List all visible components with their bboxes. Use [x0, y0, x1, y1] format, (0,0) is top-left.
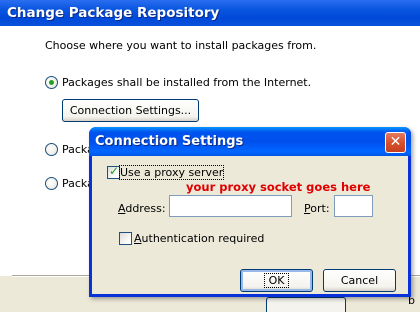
auth-required-label[interactable]: Authentication required — [134, 232, 264, 245]
radio-internet[interactable] — [45, 76, 58, 89]
port-input[interactable] — [334, 195, 373, 217]
parent-title-bar[interactable]: Change Package Repository — [0, 0, 420, 26]
use-proxy-checkbox[interactable]: ✓ — [107, 164, 120, 179]
address-input[interactable] — [169, 195, 292, 217]
proxy-annotation: your proxy socket goes here — [186, 180, 371, 194]
use-proxy-label[interactable]: Use a proxy server — [118, 165, 225, 180]
cancel-label: Cancel — [340, 274, 379, 287]
parent-window-title: Change Package Repository — [7, 5, 220, 21]
parent-hidden-button[interactable] — [266, 297, 346, 312]
install-source-prompt: Choose where you want to install package… — [45, 39, 317, 52]
dialog-title: Connection Settings — [95, 134, 244, 149]
port-label: Port: — [304, 202, 330, 215]
close-icon: ✕ — [389, 134, 402, 150]
radio-internet-label[interactable]: Packages shall be installed from the Int… — [62, 76, 311, 89]
connection-settings-button[interactable]: Connection Settings... — [62, 99, 199, 122]
ok-label: OK — [263, 273, 290, 288]
ok-button[interactable]: OK — [240, 269, 313, 292]
connection-settings-label: Connection Settings... — [69, 104, 192, 117]
auth-required-checkbox[interactable] — [119, 232, 132, 245]
dialog-client-area: ✓ Use a proxy server your proxy socket g… — [92, 156, 408, 294]
checkmark-icon: ✓ — [109, 164, 120, 178]
address-label: Address: — [118, 202, 166, 215]
radio-option-3[interactable] — [45, 177, 58, 190]
cancel-button[interactable]: Cancel — [323, 269, 396, 292]
connection-settings-dialog: Connection Settings ✕ ✓ Use a proxy serv… — [89, 127, 411, 297]
close-button[interactable]: ✕ — [385, 132, 406, 153]
radio-option-2[interactable] — [45, 143, 58, 156]
dialog-title-bar[interactable]: Connection Settings — [89, 127, 411, 156]
